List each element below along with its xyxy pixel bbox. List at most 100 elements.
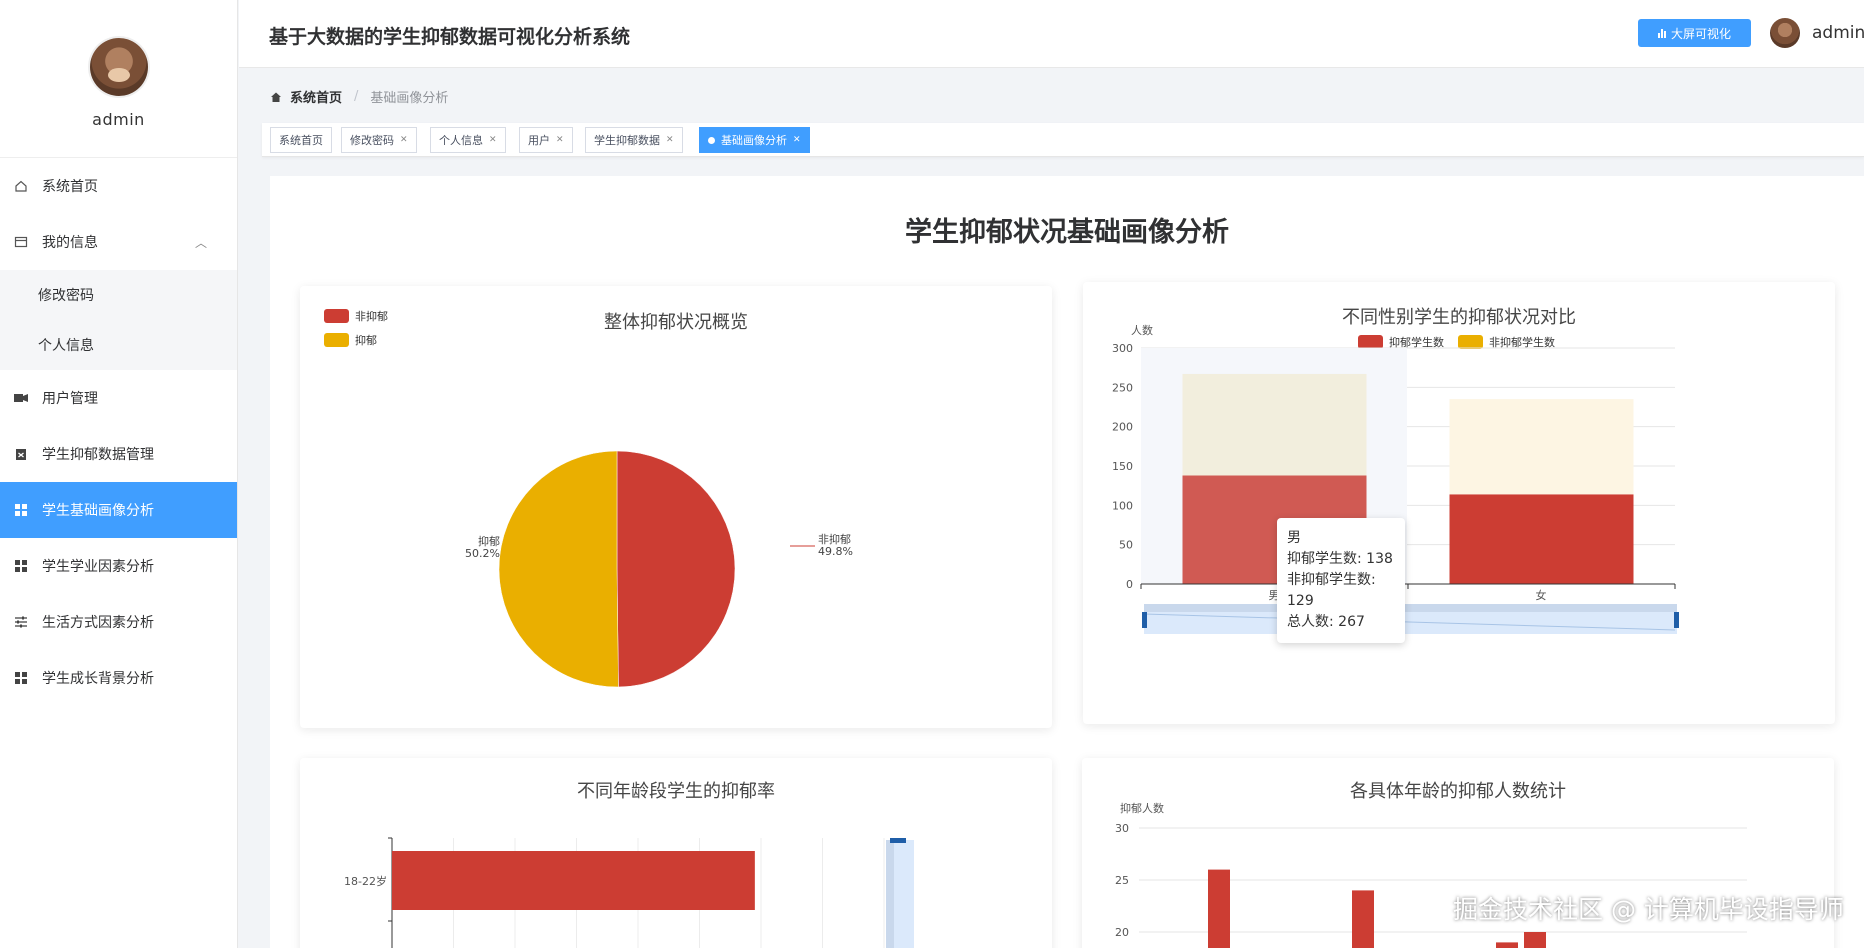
x-tick-label: 女 (1536, 588, 1547, 602)
grid-icon (12, 669, 30, 687)
chart-tooltip: 男 抑郁学生数: 138 非抑郁学生数: 129 总人数: 267 (1277, 518, 1405, 643)
y-axis-label: 抑郁人数 (1120, 801, 1164, 815)
sidebar-item-basic-profile[interactable]: 学生基础画像分析 (0, 482, 237, 538)
sidebar-item-label: 学生成长背景分析 (42, 671, 154, 687)
sidebar-item-label: 个人信息 (38, 338, 94, 354)
grid-icon (12, 557, 30, 575)
sidebar: admin 系统首页 我的信息 ︿ 修改密码 个人信息 用户管理 学生抑郁数据管… (0, 0, 238, 948)
y-tick-label: 300 (1112, 342, 1133, 355)
breadcrumb-separator: / (354, 89, 359, 104)
breadcrumb: 系统首页 / 基础画像分析 (270, 87, 448, 106)
y-tick-label: 100 (1112, 499, 1133, 512)
bar-age[interactable] (1208, 869, 1230, 948)
y-tick-label: 20 (1115, 926, 1129, 939)
data-zoom-track (1144, 604, 1677, 612)
tag-basic-profile[interactable]: 基础画像分析 ✕ (699, 127, 810, 153)
bar-18-22[interactable] (392, 851, 755, 910)
sliders-icon (12, 613, 30, 631)
close-icon[interactable]: ✕ (400, 135, 408, 145)
sidebar-profile: admin (0, 0, 237, 158)
data-zoom-track (886, 840, 894, 948)
sidebar-item-lifestyle[interactable]: 生活方式因素分析 (0, 594, 237, 650)
tag-personal-info[interactable]: 个人信息 ✕ (430, 127, 506, 153)
sidebar-item-label: 我的信息 (42, 235, 98, 251)
tag-label: 学生抑郁数据 (594, 134, 660, 147)
bar-depressed[interactable] (1449, 494, 1634, 584)
sidebar-item-label: 修改密码 (38, 288, 94, 304)
data-zoom-handle-right[interactable] (1674, 612, 1679, 628)
tags-view-bar: 系统首页 修改密码 ✕ 个人信息 ✕ 用户 ✕ 学生抑郁数据 ✕ 基础画像分析 … (262, 123, 1864, 157)
bar-non-depressed[interactable] (1182, 373, 1367, 476)
gender-bar-card: 不同性别学生的抑郁状况对比 抑郁学生数 非抑郁学生数 人数 0 50 100 150 2… (1083, 282, 1835, 724)
close-icon[interactable]: ✕ (489, 135, 497, 145)
tag-label: 系统首页 (279, 134, 323, 147)
bar-age[interactable] (1496, 942, 1518, 948)
data-zoom-handle-left[interactable] (1142, 612, 1147, 628)
active-dot-icon (708, 136, 715, 144)
sidebar-menu: 系统首页 我的信息 ︿ 修改密码 个人信息 用户管理 学生抑郁数据管理 学生基础… (0, 158, 237, 706)
sidebar-submenu: 修改密码 个人信息 (0, 270, 237, 370)
sidebar-item-label: 学生抑郁数据管理 (42, 447, 154, 463)
sidebar-item-label: 生活方式因素分析 (42, 615, 154, 631)
age-group-card: 不同年龄段学生的抑郁率 18-22岁 (300, 758, 1052, 948)
page-title: 学生抑郁状况基础画像分析 (905, 217, 1229, 248)
age-group-chart: 18-22岁 (344, 837, 914, 948)
watermark: 掘金技术社区 @ 计算机毕设指导师 (1453, 895, 1844, 924)
bar-non-depressed[interactable] (1449, 399, 1634, 495)
header-avatar[interactable] (1770, 18, 1800, 48)
pie-slice-non-depressed[interactable] (616, 450, 736, 688)
big-screen-button[interactable]: 大屏可视化 (1638, 19, 1751, 47)
sidebar-item-users[interactable]: 用户管理 (0, 370, 237, 426)
home-icon (271, 92, 281, 102)
breadcrumb-home[interactable]: 系统首页 (290, 87, 342, 106)
chevron-up-icon: ︿ (194, 236, 207, 250)
grid-icon (12, 501, 30, 519)
bar-age[interactable] (1352, 890, 1374, 948)
breadcrumb-current: 基础画像分析 (370, 91, 449, 106)
sidebar-item-my-info[interactable]: 我的信息 ︿ (0, 214, 237, 270)
data-zoom-handle-top[interactable] (890, 838, 906, 843)
pie-label-value: 49.8% (818, 545, 853, 558)
sidebar-item-change-password[interactable]: 修改密码 (0, 270, 237, 320)
sidebar-item-label: 学生基础画像分析 (42, 503, 154, 519)
y-tick-label: 150 (1112, 460, 1133, 473)
tooltip-line: 总人数: 267 (1287, 614, 1365, 630)
sidebar-item-label: 用户管理 (42, 391, 98, 407)
profile-card-icon (12, 233, 30, 251)
pie-slice-depressed[interactable] (498, 450, 619, 688)
header-user-name[interactable]: admin (1812, 23, 1864, 43)
tag-label: 个人信息 (439, 134, 483, 147)
tag-users[interactable]: 用户 ✕ (519, 127, 573, 153)
sidebar-item-academic[interactable]: 学生学业因素分析 (0, 538, 237, 594)
sidebar-item-label: 系统首页 (42, 179, 98, 195)
tooltip-line: 抑郁学生数: 138 (1287, 551, 1393, 567)
sidebar-item-background[interactable]: 学生成长背景分析 (0, 650, 237, 706)
pie-label-name: 非抑郁 (818, 532, 851, 546)
main-panel: 学生抑郁状况基础画像分析 整体抑郁状况概览 非抑郁 抑郁 非抑郁 49.8% 抑… (270, 176, 1864, 948)
sidebar-user-name: admin (92, 110, 145, 129)
close-icon[interactable]: ✕ (556, 135, 564, 145)
bar-age[interactable] (1524, 932, 1546, 948)
close-icon[interactable]: ✕ (666, 135, 674, 145)
tag-depression-data[interactable]: 学生抑郁数据 ✕ (585, 127, 683, 153)
tag-change-password[interactable]: 修改密码 ✕ (341, 127, 417, 153)
y-tick-label: 0 (1126, 578, 1133, 591)
pie-label-value: 50.2% (465, 547, 500, 560)
app-title: 基于大数据的学生抑郁数据可视化分析系统 (269, 26, 631, 48)
overall-pie-card: 整体抑郁状况概览 非抑郁 抑郁 非抑郁 49.8% 抑郁 50.2% (300, 286, 1052, 728)
y-tick-label: 200 (1112, 421, 1133, 434)
tooltip-title: 男 (1287, 530, 1301, 546)
tag-home[interactable]: 系统首页 (270, 127, 332, 153)
big-screen-button-label: 大屏可视化 (1670, 26, 1731, 41)
tooltip-line: 非抑郁学生数: 129 (1287, 572, 1376, 609)
bar-chart-icon (1657, 28, 1666, 38)
tag-label: 修改密码 (350, 134, 394, 147)
close-icon[interactable]: ✕ (793, 135, 801, 145)
sidebar-item-personal-info[interactable]: 个人信息 (0, 320, 237, 370)
sidebar-item-home[interactable]: 系统首页 (0, 158, 237, 214)
avatar[interactable] (89, 38, 148, 96)
home-icon (12, 177, 30, 195)
tag-label: 用户 (528, 134, 550, 147)
pie-chart: 非抑郁 49.8% 抑郁 50.2% (465, 450, 853, 688)
sidebar-item-depression-data[interactable]: 学生抑郁数据管理 (0, 426, 237, 482)
